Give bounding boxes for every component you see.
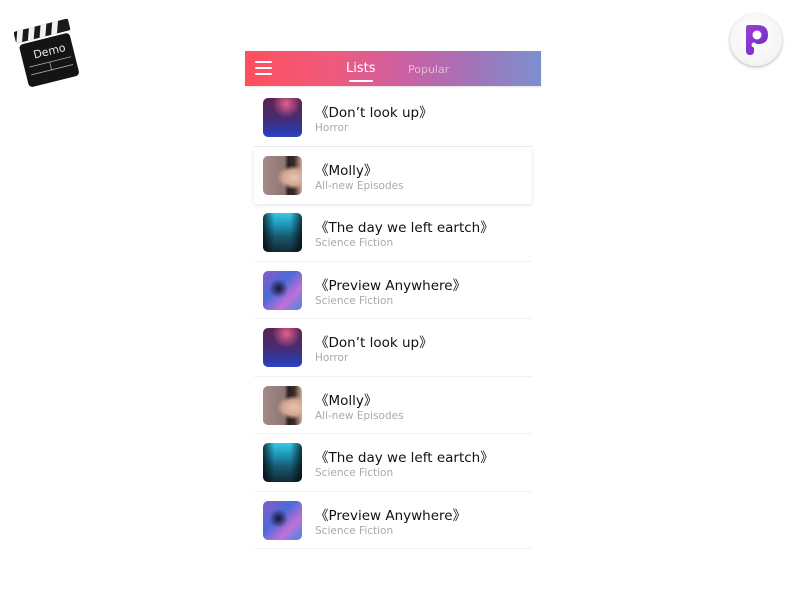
- movie-thumbnail: [263, 500, 302, 540]
- list-item[interactable]: 《The day we left eartch》 Science Fiction: [254, 204, 532, 262]
- p-app-logo: [730, 14, 782, 66]
- movie-thumbnail: [263, 98, 302, 137]
- movie-thumbnail: [263, 270, 302, 310]
- list-item[interactable]: 《Don’t look up》 Horror: [254, 89, 532, 147]
- movie-title: 《Molly》: [315, 162, 378, 179]
- list-item[interactable]: 《Preview Anywhere》 Science Fiction: [254, 262, 532, 319]
- movie-genre: Science Fiction: [315, 467, 394, 479]
- movie-title: 《Preview Anywhere》: [315, 507, 467, 524]
- list-item[interactable]: 《Don’t look up》 Horror: [254, 319, 532, 377]
- movie-title: 《Molly》: [315, 392, 378, 409]
- movie-title: 《Preview Anywhere》: [315, 277, 467, 294]
- movie-title: 《The day we left eartch》: [315, 450, 494, 466]
- clapperboard-icon: Demo: [13, 18, 79, 87]
- movie-thumbnail: [263, 443, 302, 482]
- movie-thumbnail: [263, 155, 302, 195]
- list-item[interactable]: 《Molly》 All-new Episodes: [254, 146, 532, 204]
- movie-genre: Science Fiction: [315, 524, 394, 537]
- movie-genre: All-new Episodes: [315, 409, 404, 422]
- clapperboard-logo: Demo: [13, 10, 84, 88]
- list-item[interactable]: 《Preview Anywhere》 Science Fiction: [254, 492, 532, 549]
- movie-genre: Science Fiction: [315, 294, 394, 307]
- movie-thumbnail: [263, 328, 302, 367]
- movie-title: 《Don’t look up》: [315, 105, 433, 121]
- movie-genre: Horror: [315, 352, 349, 364]
- list-item[interactable]: 《The day we left eartch》 Science Fiction: [254, 434, 532, 492]
- hamburger-menu-icon[interactable]: [255, 61, 272, 75]
- movie-genre: All-new Episodes: [315, 179, 404, 192]
- tab-lists[interactable]: Lists: [346, 61, 376, 76]
- movie-genre: Science Fiction: [315, 237, 394, 249]
- movie-thumbnail: [263, 385, 302, 425]
- app-screen: Lists Popular 《Don’t look up》 Horror 《Mo…: [245, 51, 541, 571]
- movie-genre: Horror: [315, 122, 349, 134]
- movie-list: 《Don’t look up》 Horror 《Molly》 All-new E…: [254, 89, 532, 549]
- movie-title: 《Don’t look up》: [315, 335, 433, 351]
- list-item[interactable]: 《Molly》 All-new Episodes: [254, 377, 532, 434]
- tab-popular[interactable]: Popular: [408, 63, 449, 76]
- movie-title: 《The day we left eartch》: [315, 220, 494, 236]
- active-tab-indicator: [349, 80, 373, 82]
- movie-thumbnail: [263, 213, 302, 252]
- top-navigation-bar: Lists Popular: [245, 51, 541, 86]
- p-app-logo-icon: [746, 25, 768, 55]
